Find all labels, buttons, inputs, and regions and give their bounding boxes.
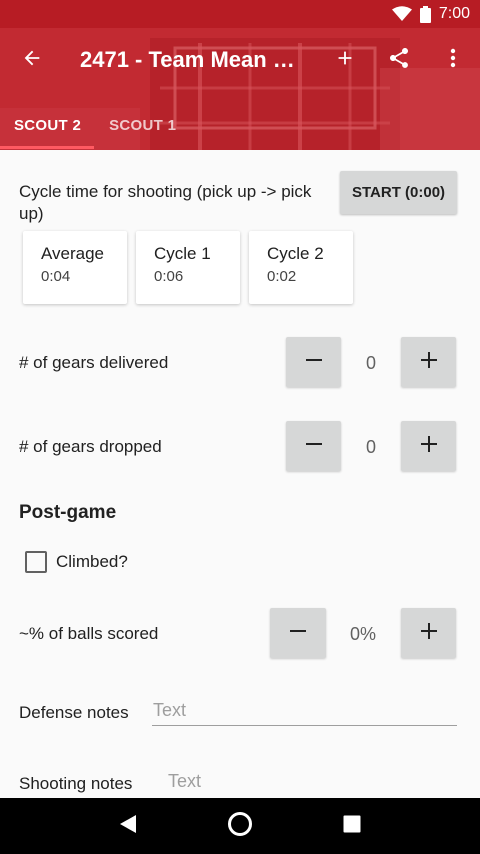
- team-title: 2471 - Team Mean Machine: [80, 47, 300, 72]
- cycle-card-title: Average: [41, 244, 105, 263]
- cycle-card[interactable]: Average 0:04: [23, 231, 127, 304]
- wifi-icon: [391, 6, 412, 22]
- scout-tabs: SCOUT 2 SCOUT 1: [0, 100, 190, 150]
- overflow-menu-icon: [450, 48, 456, 73]
- gears-delivered-decrement-button[interactable]: [286, 337, 341, 387]
- share-button[interactable]: [372, 32, 426, 88]
- post-game-heading: Post-game: [19, 502, 117, 523]
- plus-icon: [420, 622, 438, 645]
- minus-icon: [305, 435, 323, 458]
- cycle-card-title: Cycle 1: [154, 244, 211, 263]
- status-bar: 7:00: [0, 0, 480, 28]
- back-triangle-icon: [119, 814, 137, 839]
- nav-recents-button[interactable]: [322, 798, 382, 854]
- clock-time: 7:00: [438, 5, 470, 22]
- back-button[interactable]: [4, 32, 60, 88]
- cycle-time-label: Cycle time for shooting (pick up -> pick…: [19, 182, 312, 223]
- cycle-card-value: 0:02: [267, 268, 297, 285]
- gears-dropped-decrement-button[interactable]: [286, 421, 341, 471]
- balls-scored-increment-button[interactable]: [401, 608, 456, 658]
- nav-home-button[interactable]: [210, 798, 270, 854]
- toolbar: 2471 - Team Mean Machine: [0, 28, 480, 92]
- cycle-card[interactable]: Cycle 1 0:06: [136, 231, 240, 304]
- climbed-checkbox[interactable]: [25, 551, 47, 573]
- balls-scored-decrement-button[interactable]: [270, 608, 326, 658]
- toolbar-actions: [318, 32, 480, 88]
- gears-delivered-increment-button[interactable]: [401, 337, 456, 387]
- gears-delivered-value: 0: [365, 353, 376, 373]
- defense-notes-label: Defense notes: [19, 703, 129, 722]
- battery-icon: [419, 5, 431, 23]
- overflow-menu-button[interactable]: [426, 32, 480, 88]
- climbed-checkbox-row[interactable]: Climbed?: [25, 551, 128, 573]
- cycle-card-value: 0:06: [154, 268, 184, 285]
- home-circle-icon: [227, 811, 253, 842]
- back-arrow-icon: [21, 47, 43, 74]
- selected-tab-indicator: [0, 146, 94, 149]
- app-header: 2471 - Team Mean Machine SCOUT 2 SCOUT 1: [0, 28, 480, 150]
- share-icon: [387, 46, 411, 75]
- plus-icon: [334, 47, 356, 74]
- recents-square-icon: [343, 815, 361, 838]
- tab-scout-2[interactable]: SCOUT 2: [0, 100, 95, 150]
- minus-icon: [305, 351, 323, 374]
- nav-back-button[interactable]: [98, 798, 158, 854]
- defense-notes-input[interactable]: [152, 700, 457, 726]
- plus-icon: [420, 435, 438, 458]
- gears-dropped-increment-button[interactable]: [401, 421, 456, 471]
- balls-scored-label: ~% of balls scored: [19, 624, 159, 643]
- start-timer-button[interactable]: START (0:00): [340, 171, 457, 214]
- gears-dropped-value: 0: [365, 437, 376, 457]
- system-nav-bar: [0, 798, 480, 854]
- shooting-notes-label: Shooting notes: [19, 774, 133, 793]
- cycle-card-title: Cycle 2: [267, 244, 324, 263]
- gears-delivered-label: # of gears delivered: [19, 353, 169, 372]
- tab-scout-1[interactable]: SCOUT 1: [95, 100, 190, 150]
- scout-form[interactable]: Cycle time for shooting (pick up -> pick…: [0, 150, 480, 798]
- cycle-card[interactable]: Cycle 2 0:02: [249, 231, 353, 304]
- plus-icon: [420, 351, 438, 374]
- add-button[interactable]: [318, 32, 372, 88]
- gears-dropped-label: # of gears dropped: [19, 437, 162, 456]
- cycle-card-value: 0:04: [41, 268, 71, 285]
- balls-scored-value: 0%: [349, 624, 376, 644]
- shooting-notes-input[interactable]: [167, 771, 457, 796]
- climbed-label: Climbed?: [56, 552, 128, 571]
- cycle-cards: Average 0:04 Cycle 1 0:06 Cycle 2 0:02: [23, 231, 362, 304]
- minus-icon: [289, 622, 307, 645]
